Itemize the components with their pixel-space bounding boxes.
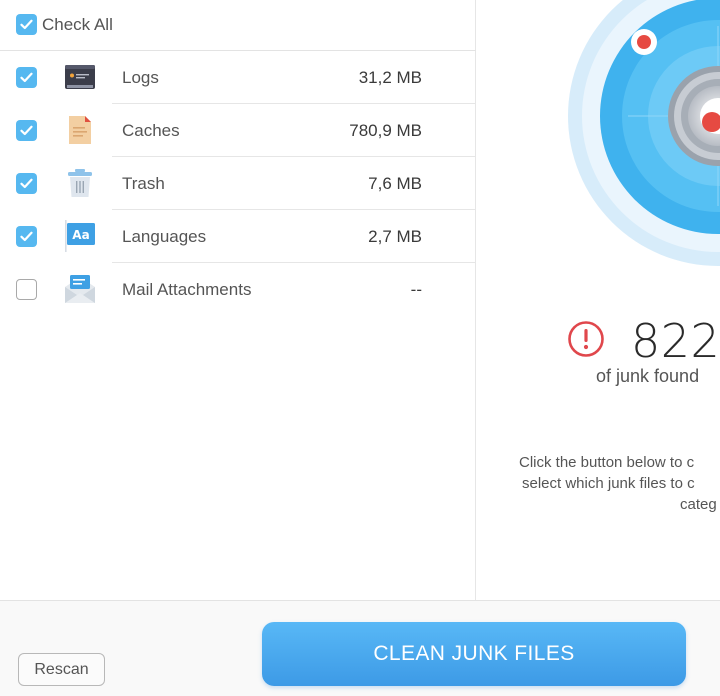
mail-icon — [64, 273, 96, 305]
logs-checkbox[interactable] — [16, 67, 37, 88]
item-name: Trash — [122, 174, 165, 193]
item-size: 7,6 MB — [368, 174, 422, 193]
list-item-trash[interactable]: Trash 7,6 MB — [0, 157, 476, 210]
rescan-button[interactable]: Rescan — [18, 653, 105, 686]
scan-summary-pane: 822, of junk found Click the button belo… — [477, 0, 720, 600]
junk-size-value: 822, — [631, 314, 720, 368]
trash-checkbox[interactable] — [16, 173, 37, 194]
instructions-line: Click the button below to c — [519, 454, 695, 471]
trash-icon — [64, 167, 96, 199]
clean-junk-files-button[interactable]: CLEAN JUNK FILES — [262, 622, 686, 686]
instructions-line: select which junk files to c — [522, 475, 695, 492]
item-name: Languages — [122, 227, 207, 246]
junk-category-list: Check All Logs 31,2 MB Caches 780,9 MB T… — [0, 0, 476, 600]
item-size: 780,9 MB — [349, 121, 422, 140]
junk-caption: of junk found — [596, 366, 700, 386]
check-all-row[interactable]: Check All — [0, 0, 476, 51]
caches-checkbox[interactable] — [16, 120, 37, 141]
list-item-languages[interactable]: Aa Languages 2,7 MB — [0, 210, 476, 263]
svg-text:Aa: Aa — [72, 228, 89, 242]
item-size: -- — [410, 280, 422, 299]
language-icon: Aa — [64, 220, 96, 252]
radar-scan-illustration — [568, 0, 720, 266]
check-all-label: Check All — [42, 15, 113, 34]
item-size: 2,7 MB — [368, 227, 422, 246]
languages-checkbox[interactable] — [16, 226, 37, 247]
alert-icon — [568, 321, 604, 357]
list-item-caches[interactable]: Caches 780,9 MB — [0, 104, 476, 157]
mail-attachments-checkbox[interactable] — [16, 279, 37, 300]
list-item-logs[interactable]: Logs 31,2 MB — [0, 51, 476, 104]
console-icon — [64, 61, 96, 93]
item-name: Caches — [122, 121, 180, 140]
check-all-checkbox[interactable] — [16, 14, 37, 35]
item-name: Mail Attachments — [122, 280, 252, 299]
instructions-text: Click the button below to c select which… — [519, 452, 717, 515]
item-size: 31,2 MB — [358, 68, 422, 87]
instructions-line: categ — [680, 496, 717, 513]
list-item-mail-attachments[interactable]: Mail Attachments -- — [0, 263, 476, 316]
item-name: Logs — [122, 68, 159, 87]
document-icon — [64, 114, 96, 146]
